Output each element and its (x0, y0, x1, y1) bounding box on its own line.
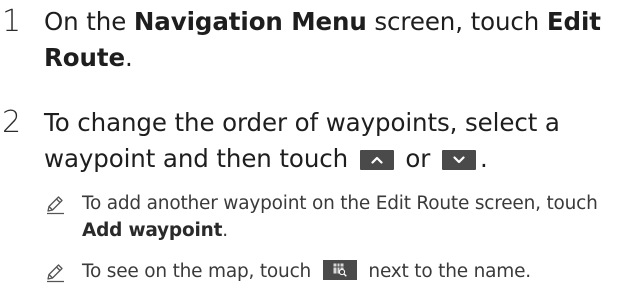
note-text-part: . (222, 220, 228, 241)
note-2: To see on the map, touch next to the nam… (44, 258, 643, 288)
step-text-part: On the (44, 7, 134, 36)
step-1: 1 On the Navigation Menu screen, touch E… (0, 4, 643, 84)
pencil-icon (44, 193, 66, 219)
bold-term-navigation-menu: Navigation Menu (133, 7, 367, 36)
step-text: On the Navigation Menu screen, touch Edi… (44, 4, 634, 76)
step-text-part: or (397, 144, 438, 173)
note-text: To see on the map, touch next to the nam… (82, 258, 642, 285)
note-1: To add another waypoint on the Edit Rout… (44, 190, 643, 246)
step-2: 2 To change the order of waypoints, sele… (0, 105, 643, 185)
note-text-part: To add another waypoint on the Edit Rout… (82, 193, 598, 214)
step-number: 1 (2, 4, 22, 39)
step-text-part: screen, touch (366, 7, 547, 36)
step-text-part: . (124, 43, 133, 72)
note-text: To add another waypoint on the Edit Rout… (82, 190, 642, 244)
step-text: To change the order of waypoints, select… (44, 105, 634, 177)
step-text-part: . (479, 144, 488, 173)
chevron-up-icon (359, 150, 394, 170)
note-text-part: next to the name. (362, 261, 531, 282)
bold-term-add-waypoint: Add waypoint (82, 220, 223, 241)
pencil-icon (44, 261, 66, 287)
chevron-down-icon (441, 150, 476, 170)
map-preview-icon (322, 260, 357, 280)
step-number: 2 (2, 105, 22, 140)
note-text-part: To see on the map, touch (82, 261, 317, 282)
